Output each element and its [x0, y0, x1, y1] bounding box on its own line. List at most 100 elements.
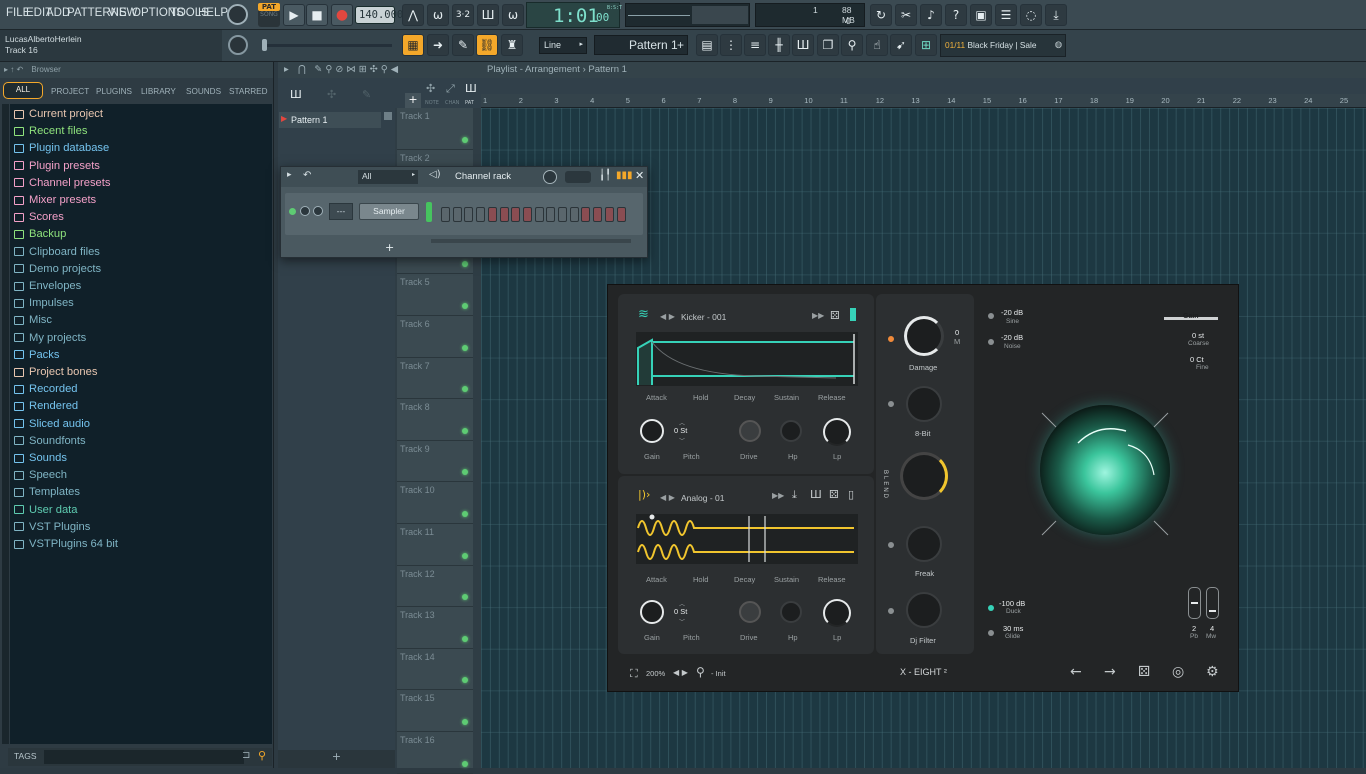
browser-item[interactable]: Plugin presets [14, 160, 100, 172]
main-pitch-knob[interactable] [228, 35, 248, 55]
piano-roll-view-button[interactable]: ▤ [696, 34, 718, 56]
playlist-menu-icon[interactable]: ▸ [284, 64, 289, 75]
news-panel[interactable]: 01/11 Black Friday | Sale ◍ [940, 34, 1066, 57]
search-icon[interactable]: ⚲ [258, 749, 266, 762]
fine-value[interactable]: 0 Ct [1190, 355, 1204, 364]
tab-library[interactable]: LIBRARY [141, 87, 176, 96]
steps-icon[interactable]: ▮▮▮ [616, 170, 633, 181]
browser-item[interactable]: Clipboard files [14, 246, 100, 258]
chan-tool-icon[interactable]: ⤢ [446, 82, 455, 96]
osc2-hp-knob[interactable] [780, 601, 802, 623]
step-button[interactable] [558, 207, 567, 222]
track-mute-led[interactable] [462, 760, 468, 767]
osc1-random-icon[interactable]: ⚄ [830, 309, 840, 322]
arrow-button[interactable]: ➜ [427, 34, 449, 56]
track-header[interactable]: Track 9 [397, 441, 473, 483]
browser-item[interactable]: Rendered [14, 400, 78, 412]
add-pattern-icon[interactable]: + [677, 38, 684, 52]
browser-item[interactable]: Recorded [14, 383, 78, 395]
track-header[interactable]: Track 13 [397, 607, 473, 649]
gear-icon[interactable]: ⚙ [1206, 664, 1219, 680]
draw-tool-button[interactable]: ✎ [452, 34, 474, 56]
add-pattern-icon[interactable]: + [332, 750, 341, 763]
sine-value[interactable]: -20 dB [1001, 308, 1023, 317]
step-button[interactable] [441, 207, 450, 222]
track-header[interactable]: Track 10 [397, 482, 473, 524]
song-position-display[interactable]: 1:01 00 B:S:T [526, 2, 622, 28]
browser-item[interactable]: Current project [14, 108, 103, 120]
shop-button[interactable]: ⊞ [915, 34, 937, 56]
browser-item[interactable]: VST Plugins [14, 521, 90, 533]
blend-knob[interactable] [900, 452, 948, 500]
step-button[interactable] [604, 207, 614, 222]
step-button[interactable] [452, 207, 462, 222]
pat-song-toggle[interactable]: PAT SONG [258, 3, 280, 27]
browser-item[interactable]: Impulses [14, 297, 74, 309]
pat-tool-icon[interactable]: Ш [465, 82, 477, 95]
browser-item[interactable]: Sliced audio [14, 418, 90, 430]
track-mute-led[interactable] [462, 386, 468, 393]
browser-item[interactable]: Sounds [14, 452, 67, 464]
timeline-ruler[interactable]: 1 2 3 4 5 6 7 8 9 10 11 12 13 14 15 16 17 18 19 20 21 22 23 24 2… [481, 94, 1366, 108]
mic-button[interactable]: ♪ [920, 4, 942, 26]
cut-button[interactable]: ✂ [895, 4, 917, 26]
step-button[interactable] [511, 207, 521, 222]
osc1-forward-icon[interactable]: ▶▶ [812, 311, 824, 320]
osc1-pitch-value[interactable]: 0 St [674, 426, 687, 435]
osc2-lp-knob[interactable] [823, 599, 851, 627]
channel-menu-icon[interactable]: ▸ [287, 170, 292, 180]
help-button[interactable]: ? [945, 4, 967, 26]
track-mute-led[interactable] [462, 261, 468, 268]
osc2-forward-icon[interactable]: ▶▶ [772, 491, 784, 500]
snap-selector[interactable]: Line ▸ [539, 37, 587, 54]
browser-scrollbar[interactable] [2, 104, 9, 744]
osc2-drive-knob[interactable] [739, 601, 761, 623]
browser-item[interactable]: Misc [14, 314, 52, 326]
stamp-button[interactable]: ♜ [501, 34, 523, 56]
step-button[interactable] [522, 207, 532, 222]
osc2-random-icon[interactable]: ⚄ [829, 488, 839, 501]
tempo-display[interactable]: 140.000 [355, 6, 403, 24]
link-button[interactable]: ⛓ [476, 34, 498, 56]
track-mute-led[interactable] [462, 718, 468, 725]
channel-filter-select[interactable]: All ▸ [358, 170, 418, 184]
track-mute-led[interactable] [462, 510, 468, 517]
channel-select-led[interactable] [426, 202, 432, 222]
wait-input-button[interactable]: ω [427, 4, 449, 26]
track-mute-led[interactable] [462, 469, 468, 476]
step-button[interactable] [581, 207, 591, 222]
glide-led[interactable] [988, 630, 994, 636]
save-button[interactable]: ▣ [970, 4, 992, 26]
browser-options-icon[interactable]: ▸ ↑ ↶ [4, 65, 23, 74]
loop-record-button[interactable]: ω [502, 4, 524, 26]
osc2-envelope-graph[interactable] [636, 514, 858, 564]
djfilter-led[interactable] [888, 608, 894, 614]
browser-item[interactable]: Soundfonts [14, 435, 86, 447]
track-mute-led[interactable] [462, 594, 468, 601]
touch-controller-button[interactable]: ☝ [866, 34, 888, 56]
sine-led[interactable] [988, 313, 994, 319]
step-button[interactable] [616, 207, 626, 222]
osc1-pitch-down-icon[interactable]: ﹀ [679, 436, 685, 445]
osc1-lp-knob[interactable] [823, 418, 851, 446]
close-icon[interactable]: ✕ [635, 169, 644, 182]
add-channel-button[interactable]: + [385, 241, 394, 254]
channel-mute-led[interactable] [289, 208, 296, 215]
step-button[interactable] [499, 207, 509, 222]
rack-view-button[interactable]: ≡ [744, 34, 766, 56]
step-button[interactable] [476, 207, 486, 222]
pattern-item-1[interactable]: ▶ Pattern 1 [279, 112, 381, 128]
menu-help[interactable]: HELP [198, 7, 228, 19]
channel-view-button[interactable]: ⋮ [720, 34, 742, 56]
position-slider[interactable] [262, 39, 392, 51]
browser-item[interactable]: Templates [14, 486, 80, 498]
track-mute-led[interactable] [462, 677, 468, 684]
step-button[interactable] [593, 207, 603, 222]
duck-led[interactable] [988, 605, 994, 611]
browser-button[interactable]: ❐ [817, 34, 839, 56]
tab-project[interactable]: PROJECT [51, 87, 89, 96]
modwheel-slider[interactable] [1206, 587, 1219, 619]
note-tool-icon[interactable]: ✣ [426, 82, 435, 95]
osc1-hp-knob[interactable] [780, 420, 802, 442]
bars-icon[interactable]: ╽╿ [599, 170, 611, 181]
